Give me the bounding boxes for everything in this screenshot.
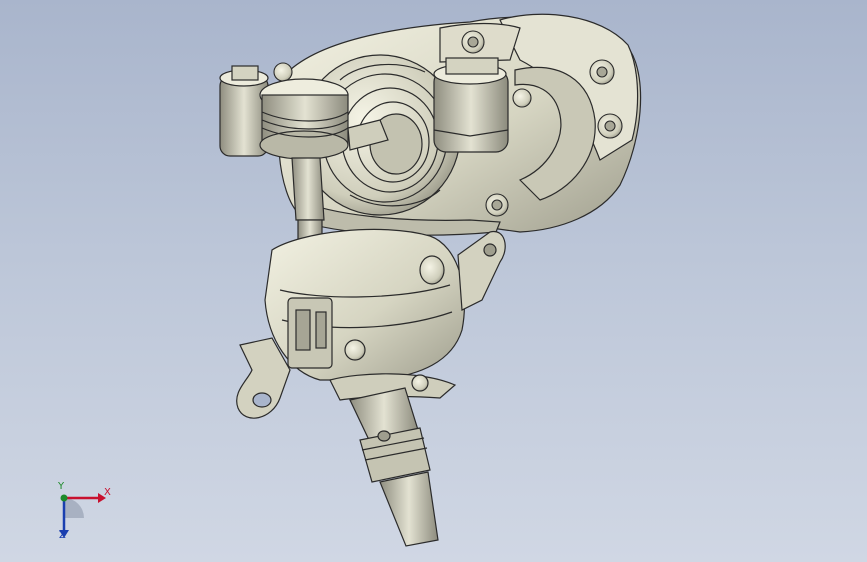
mounting-bracket-right[interactable] — [457, 230, 506, 311]
coordinate-triad: X Y Z — [40, 478, 120, 548]
z-axis-label: Z — [59, 530, 66, 541]
triad-quadrant — [64, 498, 84, 518]
graphics-viewport[interactable]: X Y Z — [0, 0, 867, 562]
outlet-pipe[interactable] — [349, 387, 439, 547]
right-cylinder[interactable] — [433, 57, 509, 153]
x-axis-label: X — [104, 487, 111, 498]
y-axis-dot-icon — [60, 494, 68, 502]
cad-model-turbocharger-assembly[interactable] — [0, 0, 867, 562]
y-axis-label: Y — [58, 481, 65, 492]
